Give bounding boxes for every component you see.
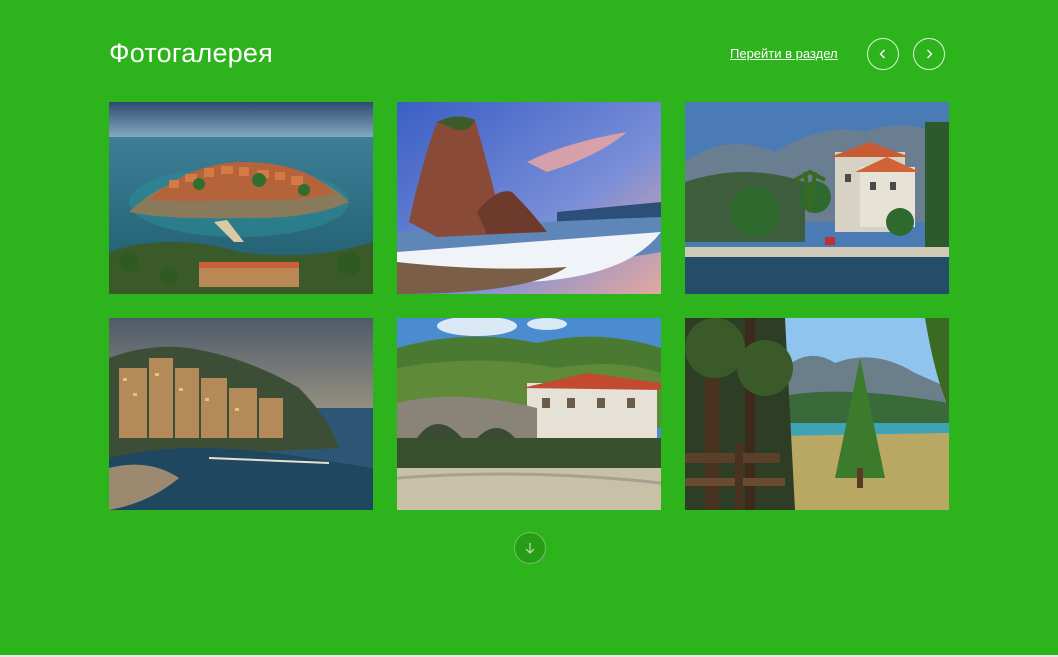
island-photo bbox=[109, 102, 373, 294]
page-title: Фотогалерея bbox=[109, 38, 273, 68]
prev-button[interactable] bbox=[867, 38, 899, 70]
gallery-photo-island[interactable] bbox=[109, 102, 373, 294]
mountain-lake-photo bbox=[685, 318, 949, 510]
gallery-photo-sea-rock[interactable] bbox=[397, 102, 661, 294]
gallery-photo-bay-village[interactable] bbox=[685, 102, 949, 294]
chevron-left-icon bbox=[879, 49, 885, 59]
bay-village-photo bbox=[685, 102, 949, 294]
gallery-photo-hillside-resort[interactable] bbox=[109, 318, 373, 510]
sea-rock-photo bbox=[397, 102, 661, 294]
next-button[interactable] bbox=[913, 38, 945, 70]
load-more-button[interactable] bbox=[514, 532, 546, 564]
section-link[interactable]: Перейти в раздел bbox=[730, 46, 838, 61]
chevron-right-icon bbox=[927, 49, 933, 59]
arrow-down-icon bbox=[525, 543, 535, 554]
stone-bridge-photo bbox=[397, 318, 661, 510]
photo-gallery bbox=[109, 102, 950, 510]
gallery-photo-mountain-lake[interactable] bbox=[685, 318, 949, 510]
hillside-resort-photo bbox=[109, 318, 373, 510]
gallery-photo-stone-bridge[interactable] bbox=[397, 318, 661, 510]
